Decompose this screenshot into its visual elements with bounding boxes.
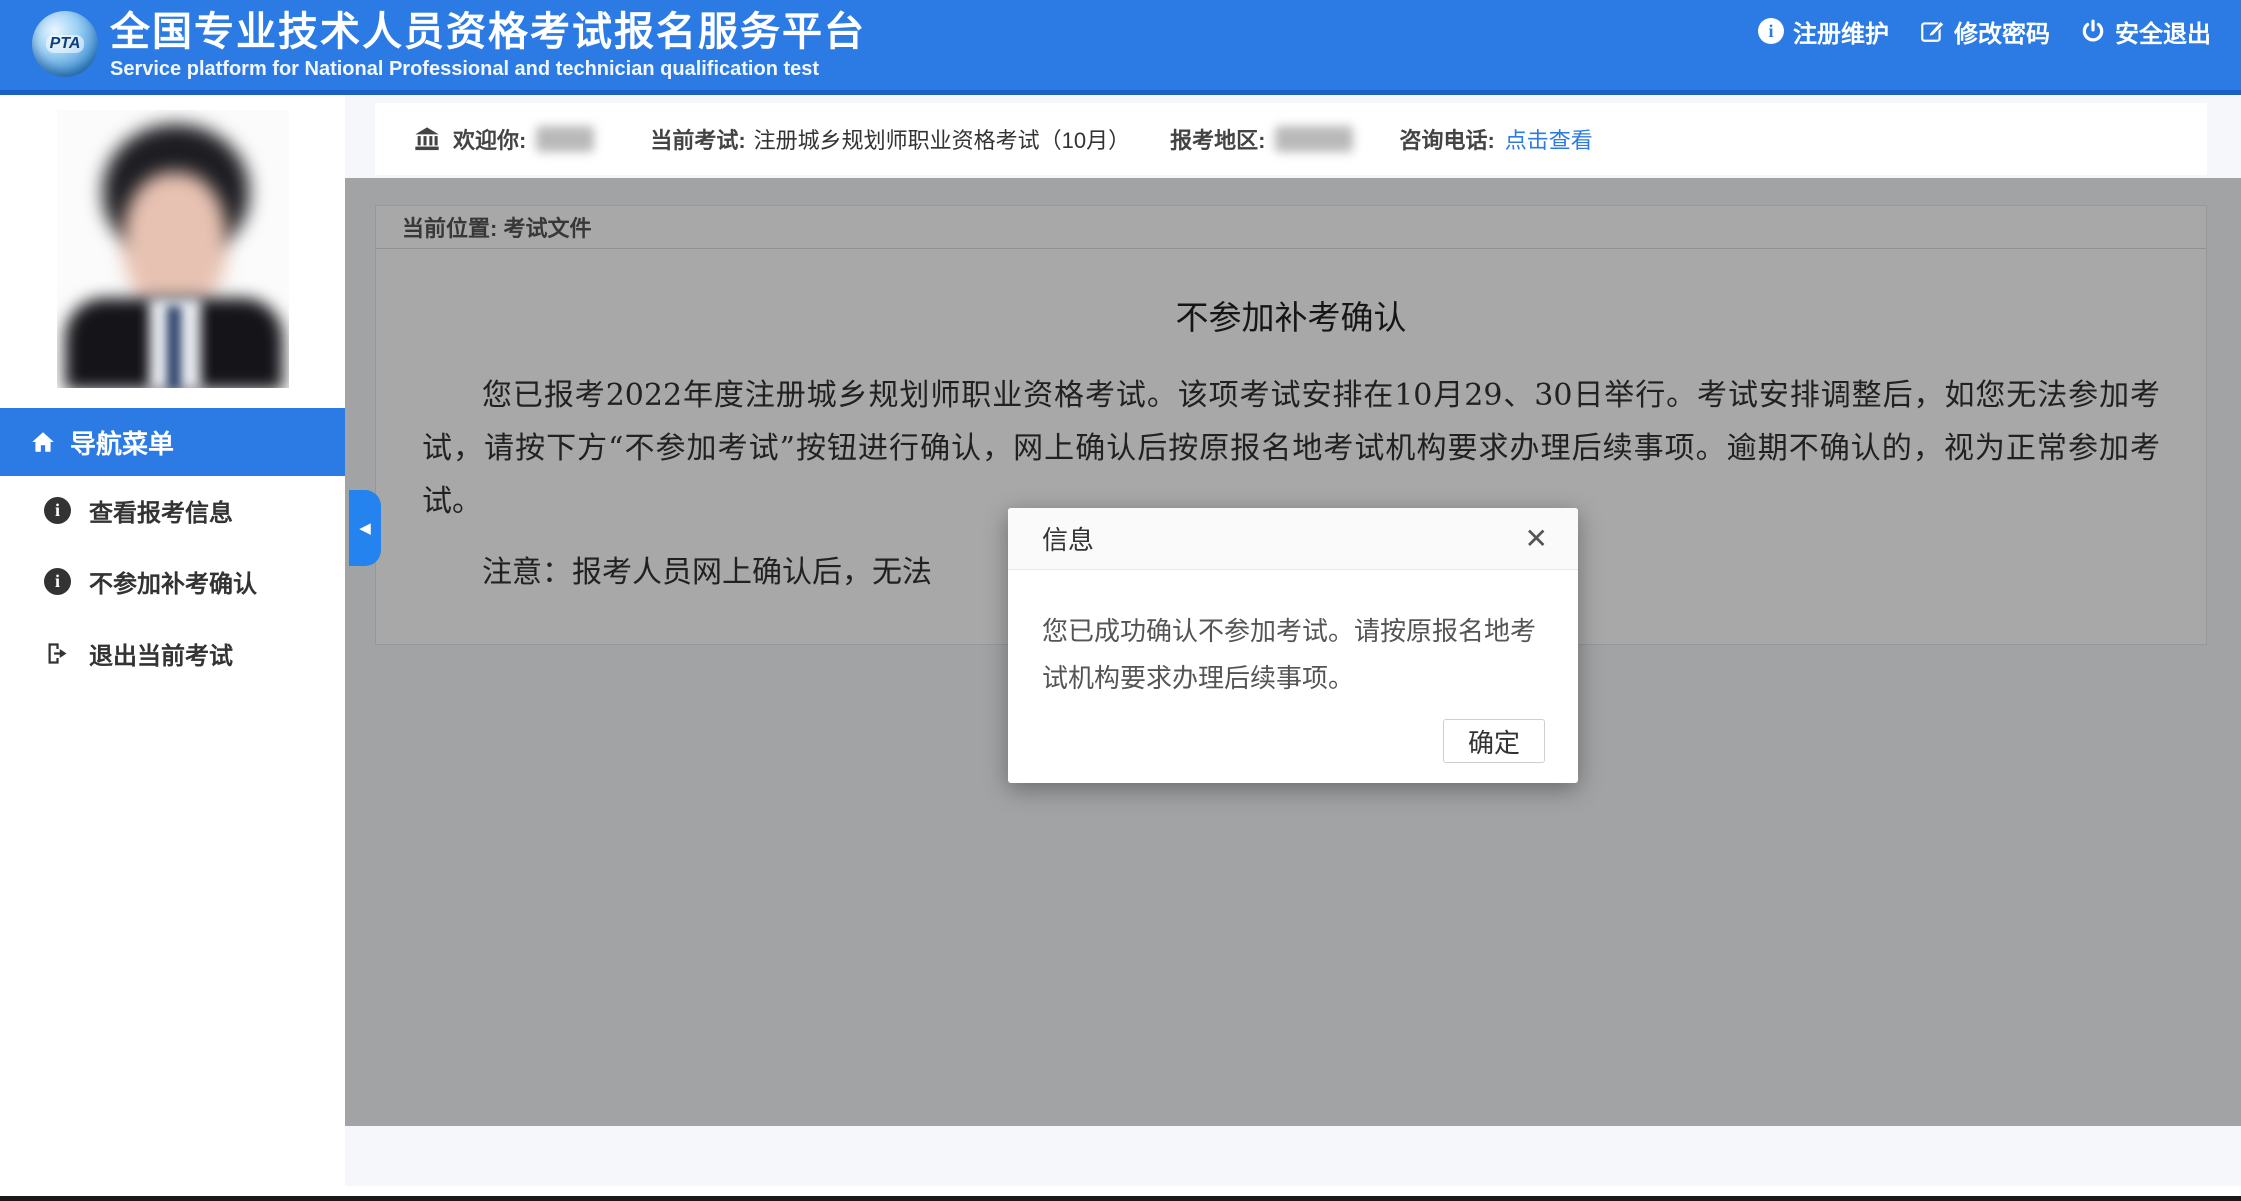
message-dialog: 信息 ✕ 您已成功确认不参加考试。请按原报名地考试机构要求办理后续事项。 确定 xyxy=(1008,508,1578,783)
greeting-label: 欢迎你: xyxy=(453,123,526,155)
chevron-left-icon: ◀ xyxy=(359,519,371,537)
sidebar-collapse-handle[interactable]: ◀ xyxy=(349,490,381,566)
view-phone-link[interactable]: 点击查看 xyxy=(1505,123,1593,155)
ok-button[interactable]: 确定 xyxy=(1443,719,1545,763)
safe-logout-label: 安全退出 xyxy=(2115,14,2211,49)
sign-out-icon xyxy=(44,640,71,667)
info-icon: i xyxy=(44,497,71,524)
edit-icon xyxy=(1919,18,1945,44)
dialog-footer: 确定 xyxy=(1443,719,1545,763)
header-links: i 注册维护 修改密码 安全退出 xyxy=(1758,0,2211,62)
platform-title: 全国专业技术人员资格考试报名服务平台 xyxy=(110,8,866,56)
welcome-bar: 欢迎你: 当前考试: 注册城乡规划师职业资格考试（10月） 报考地区: 咨询电话… xyxy=(375,103,2207,175)
info-icon: i xyxy=(1758,18,1784,44)
region-label: 报考地区: xyxy=(1170,123,1265,155)
logo-text: PTA xyxy=(46,35,85,53)
platform-subtitle: Service platform for National Profession… xyxy=(110,58,866,81)
app-header: PTA 全国专业技术人员资格考试报名服务平台 Service platform … xyxy=(0,0,2241,95)
nav-menu-label: 导航菜单 xyxy=(70,424,174,461)
current-exam-label: 当前考试: xyxy=(650,123,745,155)
sidebar-item-no-makeup-confirm[interactable]: i 不参加补考确认 xyxy=(0,546,345,616)
close-icon[interactable]: ✕ xyxy=(1525,525,1548,553)
change-password-link[interactable]: 修改密码 xyxy=(1919,14,2050,49)
pta-logo-icon: PTA xyxy=(32,11,98,77)
applicant-photo xyxy=(57,110,289,388)
info-icon: i xyxy=(44,568,71,595)
dialog-header: 信息 ✕ xyxy=(1008,508,1578,570)
sidebar-item-view-registration[interactable]: i 查看报考信息 xyxy=(0,475,345,545)
sidebar-item-label: 不参加补考确认 xyxy=(89,564,257,599)
header-titles: 全国专业技术人员资格考试报名服务平台 Service platform for … xyxy=(110,8,866,81)
dialog-title: 信息 xyxy=(1042,520,1094,557)
sidebar-item-label: 查看报考信息 xyxy=(89,493,233,528)
register-maintain-link[interactable]: i 注册维护 xyxy=(1758,14,1889,49)
home-icon xyxy=(30,429,56,455)
register-maintain-label: 注册维护 xyxy=(1793,14,1889,49)
power-icon xyxy=(2080,18,2106,44)
bottom-edge-bar xyxy=(0,1196,2241,1201)
dialog-message: 您已成功确认不参加考试。请按原报名地考试机构要求办理后续事项。 xyxy=(1008,570,1578,702)
applicant-name-redacted xyxy=(536,126,594,152)
phone-label: 咨询电话: xyxy=(1399,123,1494,155)
sidebar-item-exit-exam[interactable]: 退出当前考试 xyxy=(0,618,345,688)
safe-logout-link[interactable]: 安全退出 xyxy=(2080,14,2211,49)
sidebar-item-label: 退出当前考试 xyxy=(89,636,233,671)
region-value-redacted xyxy=(1275,126,1353,152)
bank-icon xyxy=(413,125,441,153)
sidebar: 导航菜单 i 查看报考信息 i 不参加补考确认 退出当前考试 xyxy=(0,95,345,1196)
nav-menu-header[interactable]: 导航菜单 xyxy=(0,408,345,476)
change-password-label: 修改密码 xyxy=(1954,14,2050,49)
current-exam-value: 注册城乡规划师职业资格考试（10月） xyxy=(754,123,1130,155)
